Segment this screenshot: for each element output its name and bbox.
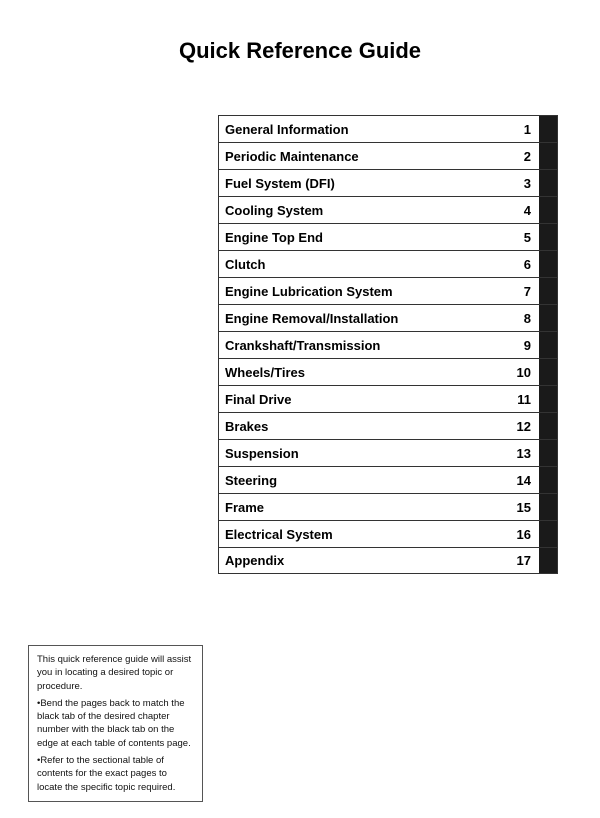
toc-item: Cooling System4 (218, 196, 558, 223)
toc-item: Brakes12 (218, 412, 558, 439)
toc-item-number: 4 (507, 199, 539, 222)
toc-item-tab (539, 197, 557, 223)
toc-item-label: Appendix (219, 549, 507, 572)
toc-item-label: Fuel System (DFI) (219, 172, 507, 195)
toc-item-label: Steering (219, 469, 507, 492)
note-line: This quick reference guide will assist y… (37, 653, 194, 693)
toc-item-tab (539, 143, 557, 169)
toc-item-number: 12 (507, 415, 539, 438)
toc-item-tab (539, 386, 557, 412)
toc-item-tab (539, 359, 557, 385)
toc-item: Frame15 (218, 493, 558, 520)
toc-item: General Information1 (218, 115, 558, 142)
toc-item-tab (539, 521, 557, 547)
toc-item: Engine Top End5 (218, 223, 558, 250)
page-title: Quick Reference Guide (0, 0, 600, 92)
toc-item-tab (539, 413, 557, 439)
toc-item-label: Frame (219, 496, 507, 519)
toc-item-number: 8 (507, 307, 539, 330)
toc-item-tab (539, 116, 557, 142)
toc-item-label: Crankshaft/Transmission (219, 334, 507, 357)
toc-item-number: 2 (507, 145, 539, 168)
toc-item: Fuel System (DFI)3 (218, 169, 558, 196)
toc-item-tab (539, 440, 557, 466)
toc-item: Electrical System16 (218, 520, 558, 547)
toc-container: General Information1Periodic Maintenance… (218, 115, 558, 574)
toc-item-tab (539, 170, 557, 196)
toc-item: Crankshaft/Transmission9 (218, 331, 558, 358)
toc-item-number: 6 (507, 253, 539, 276)
toc-item-number: 11 (507, 388, 539, 411)
toc-item-number: 3 (507, 172, 539, 195)
toc-item-number: 14 (507, 469, 539, 492)
toc-item: Engine Removal/Installation8 (218, 304, 558, 331)
toc-item-label: Engine Top End (219, 226, 507, 249)
toc-item: Wheels/Tires10 (218, 358, 558, 385)
toc-item-tab (539, 305, 557, 331)
toc-item-tab (539, 251, 557, 277)
toc-item-number: 16 (507, 523, 539, 546)
toc-item-label: Clutch (219, 253, 507, 276)
toc-item-label: Wheels/Tires (219, 361, 507, 384)
toc-item-number: 1 (507, 118, 539, 141)
toc-item: Appendix17 (218, 547, 558, 574)
toc-item-label: Suspension (219, 442, 507, 465)
toc-item-label: Engine Lubrication System (219, 280, 507, 303)
toc-item-number: 9 (507, 334, 539, 357)
toc-item: Periodic Maintenance2 (218, 142, 558, 169)
note-line: •Bend the pages back to match the black … (37, 697, 194, 750)
toc-item-label: Periodic Maintenance (219, 145, 507, 168)
toc-item-label: General Information (219, 118, 507, 141)
toc-item: Clutch6 (218, 250, 558, 277)
toc-item-tab (539, 278, 557, 304)
toc-item-tab (539, 224, 557, 250)
toc-item: Final Drive11 (218, 385, 558, 412)
toc-item-label: Electrical System (219, 523, 507, 546)
toc-item-number: 15 (507, 496, 539, 519)
toc-item-label: Engine Removal/Installation (219, 307, 507, 330)
page: Quick Reference Guide General Informatio… (0, 0, 600, 818)
toc-item: Suspension13 (218, 439, 558, 466)
toc-item-number: 10 (507, 361, 539, 384)
toc-item-tab (539, 548, 557, 573)
toc-item-tab (539, 332, 557, 358)
toc-item-number: 13 (507, 442, 539, 465)
toc-item-label: Cooling System (219, 199, 507, 222)
note-box: This quick reference guide will assist y… (28, 645, 203, 802)
note-line: •Refer to the sectional table of content… (37, 754, 194, 794)
toc-item: Steering14 (218, 466, 558, 493)
toc-item-label: Brakes (219, 415, 507, 438)
toc-item-label: Final Drive (219, 388, 507, 411)
toc-item-tab (539, 467, 557, 493)
toc-item-number: 17 (507, 549, 539, 572)
toc-item-number: 7 (507, 280, 539, 303)
toc-item-number: 5 (507, 226, 539, 249)
toc-item-tab (539, 494, 557, 520)
toc-item: Engine Lubrication System7 (218, 277, 558, 304)
